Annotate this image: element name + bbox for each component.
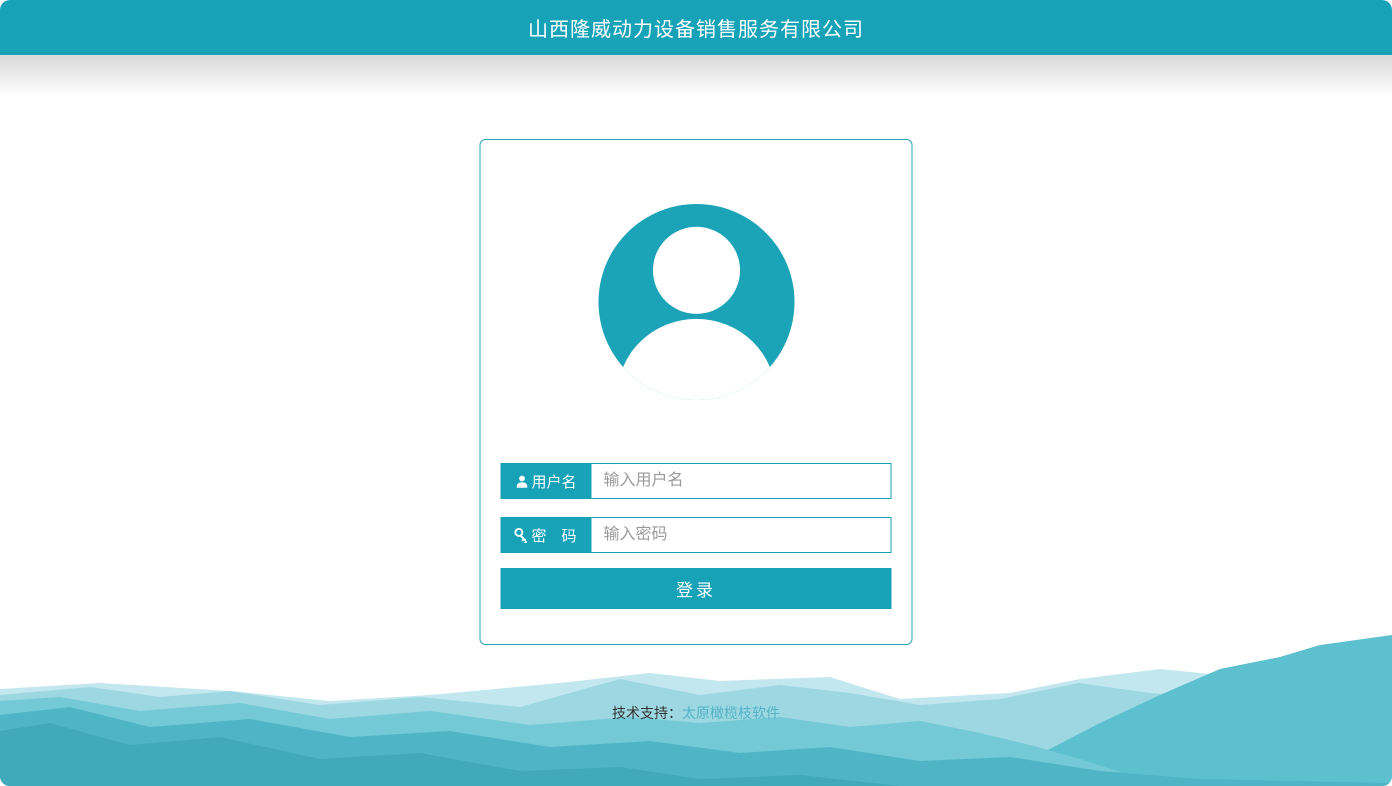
password-label-text: 密 码 — [531, 525, 576, 546]
support-link[interactable]: 太原橄榄枝软件 — [682, 705, 780, 721]
header-shadow — [0, 55, 1392, 97]
key-icon — [514, 528, 529, 543]
support-footer: 技术支持：太原橄榄枝软件 — [0, 703, 1392, 723]
support-label: 技术支持： — [612, 705, 682, 721]
username-label: 用户名 — [501, 463, 591, 499]
username-row: 用户名 — [501, 463, 892, 499]
login-form: 用户名 密 码 — [501, 463, 892, 609]
page-title: 山西隆威动力设备销售服务有限公司 — [528, 13, 864, 42]
page-container: 山西隆威动力设备销售服务有限公司 — [0, 0, 1392, 786]
login-card: 用户名 密 码 — [480, 139, 913, 645]
login-button[interactable]: 登录 — [501, 568, 892, 609]
user-avatar-icon — [597, 203, 795, 401]
user-icon — [514, 474, 529, 489]
password-input[interactable] — [591, 517, 892, 553]
username-label-text: 用户名 — [531, 471, 576, 492]
app-header: 山西隆威动力设备销售服务有限公司 — [0, 0, 1392, 55]
username-input[interactable] — [591, 463, 892, 499]
password-row: 密 码 — [501, 517, 892, 553]
password-label: 密 码 — [501, 517, 591, 553]
